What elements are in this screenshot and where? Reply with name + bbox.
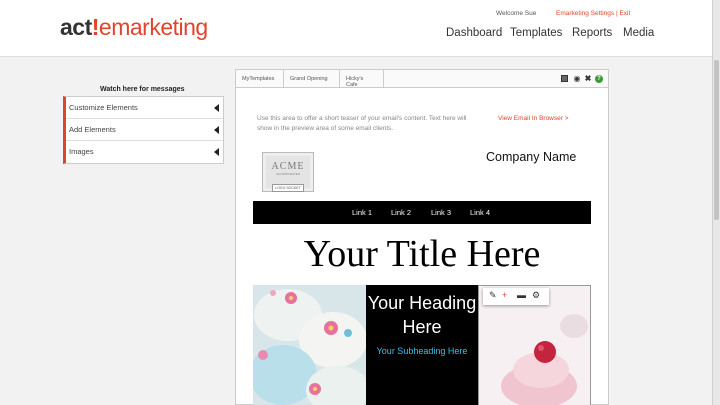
nav-templates[interactable]: Templates	[510, 27, 562, 39]
nav-media[interactable]: Media	[623, 27, 654, 39]
nav-dashboard[interactable]: Dashboard	[446, 27, 502, 39]
page-scrollbar[interactable]	[712, 0, 720, 405]
expand-arrow-icon[interactable]	[214, 104, 219, 112]
breadcrumb-grand-opening[interactable]: Grand Opening	[284, 70, 340, 87]
email-editor: MyTemplates Grand Opening Hicky's Cafe ◉…	[235, 69, 609, 405]
panel-item-images[interactable]: Images	[66, 141, 223, 163]
view-in-browser-link[interactable]: View Email In Browser >	[498, 115, 569, 122]
heading-block[interactable]: Your Heading Here Your Subheading Here	[366, 285, 478, 405]
heading-text[interactable]: Your Heading Here	[366, 291, 478, 339]
pencil-icon[interactable]: ✎	[489, 290, 497, 301]
messages-title: Watch here for messages	[100, 86, 185, 93]
logo-bang-text: !	[91, 14, 100, 40]
email-title[interactable]: Your Title Here	[236, 232, 608, 276]
image-toolbar: ✎ + ▬ ⚙	[483, 288, 549, 305]
help-icon[interactable]: ?	[595, 75, 603, 83]
company-logo-image[interactable]: ACME INCORPORATED LOGO SOCKET	[262, 152, 314, 192]
panel-item-customize-elements[interactable]: Customize Elements	[66, 97, 223, 119]
cupcakes-photo	[253, 285, 366, 405]
expand-arrow-icon[interactable]	[214, 126, 219, 134]
company-name[interactable]: Company Name	[486, 150, 576, 164]
email-link-bar: Link 1 Link 2 Link 3 Link 4	[253, 201, 591, 224]
act-emarketing-logo[interactable]: act!emarketing	[60, 14, 208, 41]
panel-item-label: Add Elements	[69, 125, 116, 134]
teaser-text[interactable]: Use this area to offer a short teaser of…	[257, 114, 472, 134]
gear-icon[interactable]: ⚙	[532, 290, 540, 301]
expand-arrow-icon[interactable]	[214, 148, 219, 156]
logo-name-text: ACME	[271, 161, 305, 172]
email-link-3[interactable]: Link 3	[431, 208, 451, 217]
scrollbar-thumb[interactable]	[714, 60, 719, 220]
email-link-1[interactable]: Link 1	[352, 208, 372, 217]
breadcrumb-mytemplates[interactable]: MyTemplates	[236, 70, 284, 87]
breadcrumb-hickys-cafe[interactable]: Hicky's Cafe	[340, 70, 384, 88]
cupcakes-image[interactable]	[253, 285, 366, 405]
email-link-4[interactable]: Link 4	[470, 208, 490, 217]
cupcake-raspberry-image[interactable]: ✎ + ▬ ⚙	[478, 285, 591, 405]
add-icon[interactable]: +	[502, 290, 507, 300]
app-header: act!emarketing Welcome Sue Emarketing Se…	[0, 0, 712, 57]
logo-placeholder: ACME INCORPORATED LOGO SOCKET	[266, 156, 310, 192]
logo-sub-text: INCORPORATED	[276, 172, 300, 176]
eraser-icon[interactable]: ▬	[517, 290, 526, 300]
logo-emarketing-text: emarketing	[98, 14, 208, 40]
panel-item-label: Images	[69, 147, 94, 156]
panel-item-label: Customize Elements	[69, 103, 138, 112]
settings-exit-link[interactable]: Emarketing Settings | Exit	[556, 10, 630, 17]
elements-panel: Customize Elements Add Elements Images	[63, 96, 224, 164]
close-icon[interactable]: ✖	[584, 75, 592, 83]
save-icon[interactable]	[561, 75, 568, 82]
subheading-text[interactable]: Your Subheading Here	[366, 345, 478, 357]
welcome-text: Welcome Sue	[496, 10, 537, 17]
preview-eye-icon[interactable]: ◉	[573, 75, 581, 83]
email-link-2[interactable]: Link 2	[391, 208, 411, 217]
logo-act-text: act	[60, 14, 92, 40]
panel-item-add-elements[interactable]: Add Elements	[66, 119, 223, 141]
logo-socket-text: LOGO SOCKET	[272, 184, 304, 192]
breadcrumb: MyTemplates Grand Opening Hicky's Cafe ◉…	[236, 70, 608, 88]
nav-reports[interactable]: Reports	[572, 27, 612, 39]
